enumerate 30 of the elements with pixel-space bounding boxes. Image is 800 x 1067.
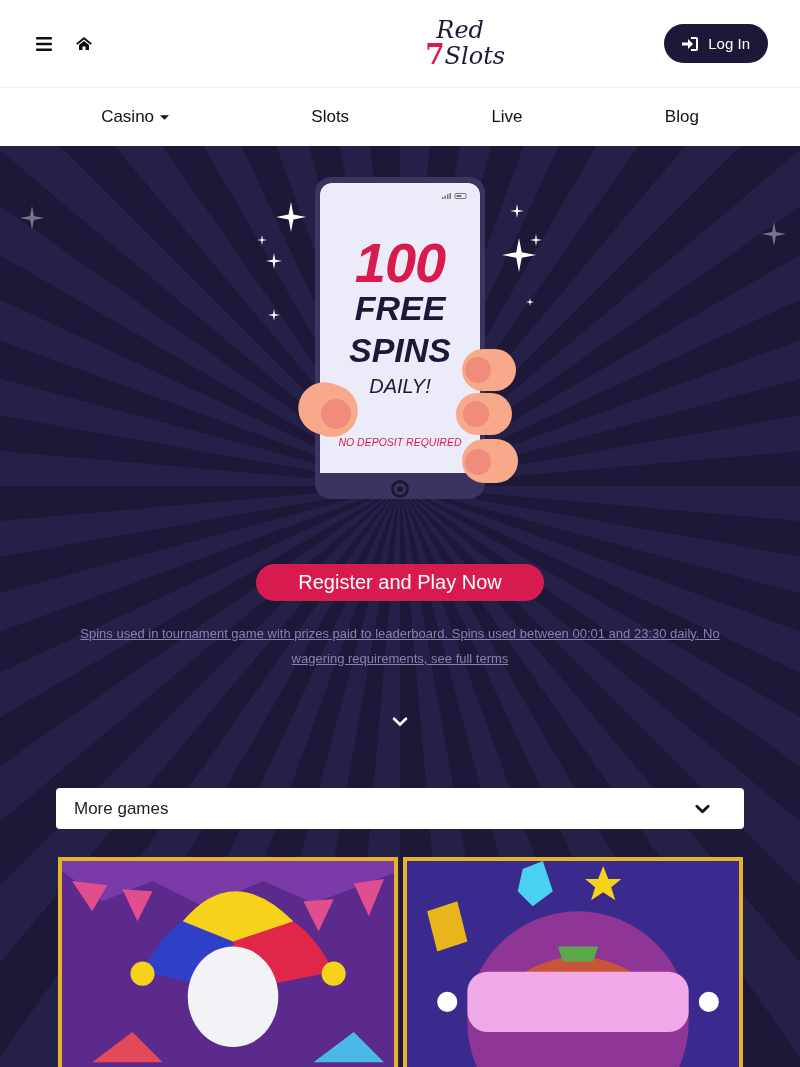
nav-link[interactable]: Blog: [664, 107, 699, 127]
home-button-icon: [390, 479, 410, 499]
sparkle-icon: [526, 298, 534, 306]
promo-title: FREE: [354, 291, 446, 325]
status-icon: [442, 193, 468, 199]
nav-link[interactable]: Slots: [311, 107, 350, 127]
chevron-down-icon: [695, 803, 710, 814]
terms-link[interactable]: Spins used in tournament game with prizes paid to leaderboard. Spins used between 00:01 and 23:30 daily. No wagering requirements, see full terms: [75, 620, 725, 671]
sparkle-icon: [510, 204, 524, 218]
sparkle-icon: [20, 206, 44, 230]
register-button[interactable]: Register and Play Now: [256, 564, 544, 601]
nav-link[interactable]: Live: [491, 107, 523, 127]
promo-amount: 100: [354, 235, 446, 291]
dropdown-label: More games: [74, 798, 169, 819]
promo-note: NO DEPOSIT REQUIRED: [338, 436, 462, 448]
home-icon[interactable]: [76, 37, 92, 50]
sparkle-icon: [268, 309, 280, 321]
games-dropdown[interactable]: More games: [56, 788, 744, 829]
sparkle-icon: [762, 222, 786, 246]
sparkle-icon: [257, 235, 267, 245]
promo-subtitle: DAILY!: [369, 375, 431, 398]
menu-icon[interactable]: [36, 36, 52, 51]
login-button[interactable]: Log In: [664, 24, 768, 63]
nav-link[interactable]: Casino: [101, 107, 170, 127]
sparkle-icon: [276, 202, 306, 232]
sparkle-icon: [266, 253, 282, 269]
promo-title: SPINS: [348, 333, 451, 367]
caret-icon: [160, 114, 170, 120]
site-logo[interactable]: Red 7Slots: [425, 18, 506, 69]
sign-in-icon: [682, 36, 699, 51]
